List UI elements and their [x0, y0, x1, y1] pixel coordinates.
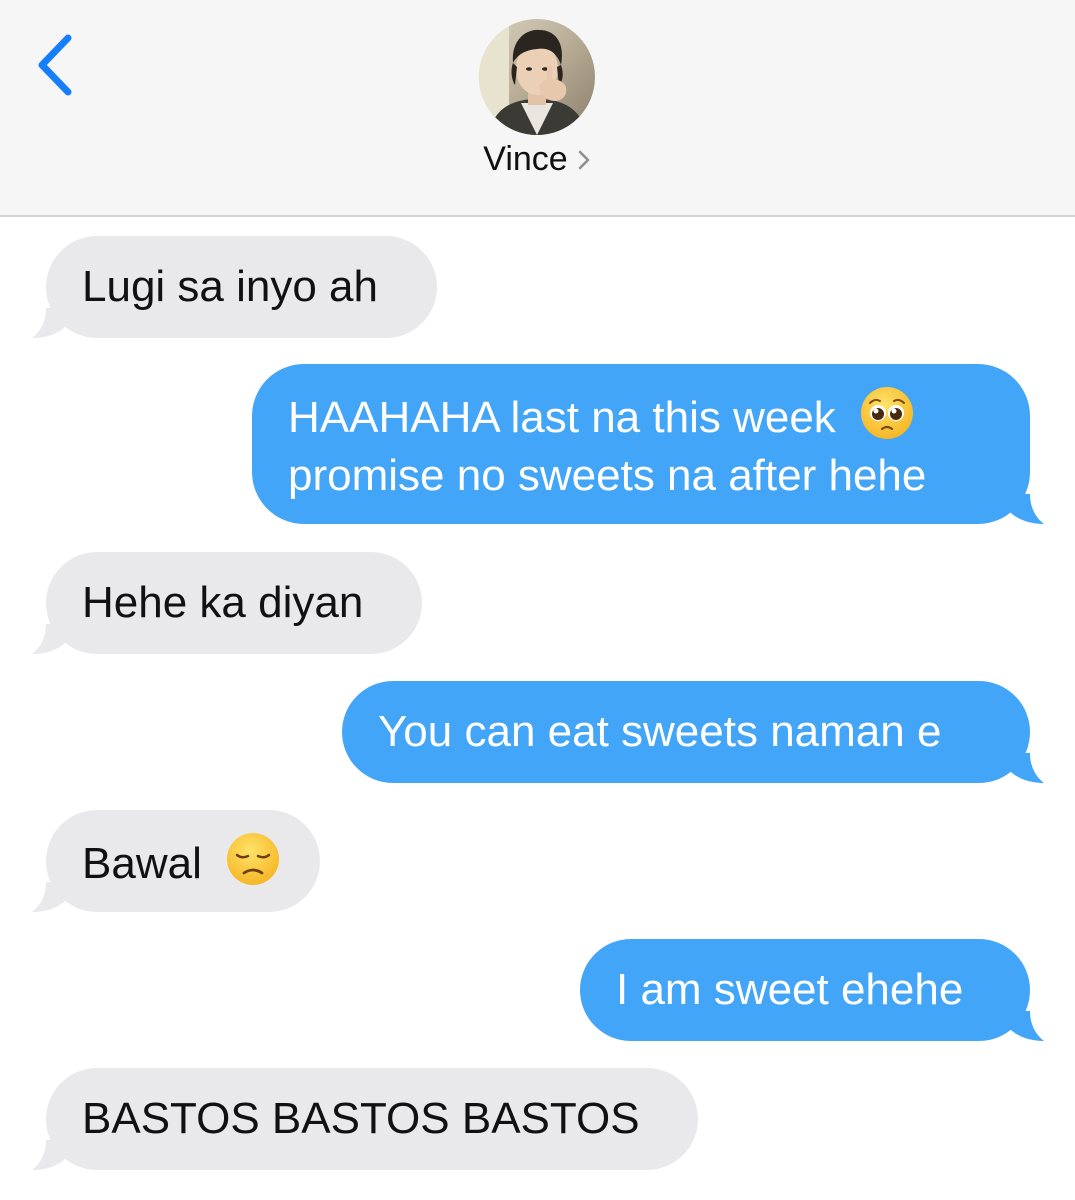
back-button[interactable]: [28, 30, 88, 100]
imessage-conversation: Vince Lugi sa inyo ah HAAHAHA last na th…: [0, 0, 1075, 1200]
contact-name: Vince: [483, 140, 568, 178]
message-bubble-outgoing[interactable]: I am sweet ehehe: [580, 939, 1044, 1041]
message-text: You can eat sweets naman e: [378, 707, 942, 756]
disappointed-face-emoji: [227, 833, 280, 885]
message-bubble-incoming[interactable]: BASTOS BASTOS BASTOS: [32, 1068, 698, 1170]
bubble-tail: [32, 308, 66, 338]
message-text: Lugi sa inyo ah: [82, 262, 378, 311]
chevron-right-icon: [578, 150, 589, 169]
bubble-tail: [32, 1140, 66, 1170]
message-text: HAAHAHA last na this week: [288, 393, 836, 442]
pleading-face-emoji: [861, 387, 914, 439]
bubble-tail: [1010, 494, 1044, 524]
message-line: promise no sweets na after hehe: [288, 447, 994, 505]
conversation-header: Vince: [0, 0, 1075, 217]
message-bubble-incoming[interactable]: Lugi sa inyo ah: [32, 236, 437, 338]
contact-name-button[interactable]: Vince: [0, 140, 1075, 179]
chevron-left-icon: [38, 34, 72, 96]
message-text: Bawal: [82, 839, 202, 888]
message-bubble-outgoing[interactable]: HAAHAHA last na this week promise no swe…: [252, 364, 1044, 524]
bubble-tail: [1010, 753, 1044, 783]
message-text: promise no sweets na after hehe: [288, 451, 927, 500]
message-bubble-incoming[interactable]: Hehe ka diyan: [32, 552, 422, 654]
message-text: BASTOS BASTOS BASTOS: [82, 1094, 640, 1143]
message-text: I am sweet ehehe: [616, 965, 964, 1014]
message-text: Hehe ka diyan: [82, 578, 364, 627]
bubble-tail: [32, 882, 66, 912]
message-bubble-outgoing[interactable]: You can eat sweets naman e: [342, 681, 1044, 783]
message-bubble-incoming[interactable]: Bawal: [32, 810, 320, 912]
contact-avatar[interactable]: [479, 19, 595, 135]
bubble-tail: [1010, 1011, 1044, 1041]
message-line: HAAHAHA last na this week: [288, 386, 994, 447]
bubble-tail: [32, 624, 66, 654]
avatar-photo: [479, 19, 595, 135]
